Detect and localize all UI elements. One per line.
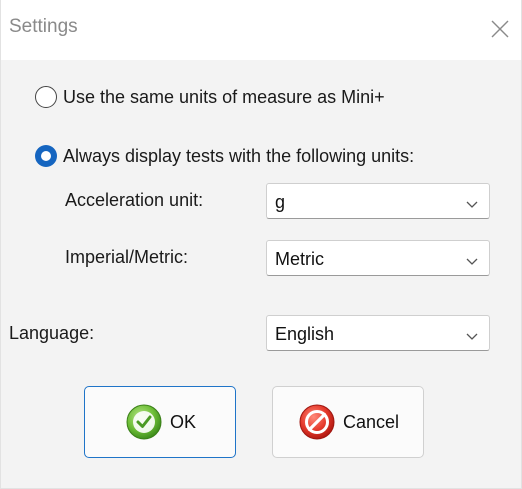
- language-label: Language:: [9, 323, 95, 343]
- imperial-metric-label: Imperial/Metric:: [65, 247, 189, 267]
- title-bar: Settings: [1, 0, 521, 60]
- cancel-button[interactable]: Cancel: [272, 386, 424, 458]
- language-select[interactable]: English: [266, 315, 490, 351]
- radio-always-display-circle[interactable]: [35, 145, 57, 167]
- ok-button[interactable]: OK: [84, 386, 236, 458]
- no-entry-icon: [297, 402, 337, 442]
- imperial-metric-select[interactable]: Metric: [266, 240, 490, 276]
- close-icon[interactable]: [485, 14, 515, 44]
- chevron-down-icon: [465, 196, 479, 208]
- window-title: Settings: [9, 16, 78, 37]
- chevron-down-icon: [465, 328, 479, 340]
- radio-same-units-label: Use the same units of measure as Mini+: [63, 86, 385, 107]
- ok-button-label: OK: [169, 411, 196, 432]
- language-value: English: [275, 324, 335, 344]
- chevron-down-icon: [465, 253, 479, 265]
- radio-always-display-label: Always display tests with the following …: [63, 145, 415, 166]
- radio-always-display[interactable]: Always display tests with the following …: [35, 145, 414, 167]
- radio-same-units[interactable]: Use the same units of measure as Mini+: [35, 86, 385, 108]
- acceleration-unit-select[interactable]: g: [266, 183, 490, 219]
- acceleration-unit-value: g: [275, 192, 286, 212]
- check-circle-icon: [124, 402, 164, 442]
- cancel-button-label: Cancel: [342, 411, 400, 432]
- imperial-metric-value: Metric: [275, 249, 324, 269]
- settings-dialog: Settings Use the same units of measure a…: [0, 0, 522, 489]
- radio-same-units-circle[interactable]: [35, 86, 57, 108]
- acceleration-unit-label: Acceleration unit:: [65, 190, 204, 210]
